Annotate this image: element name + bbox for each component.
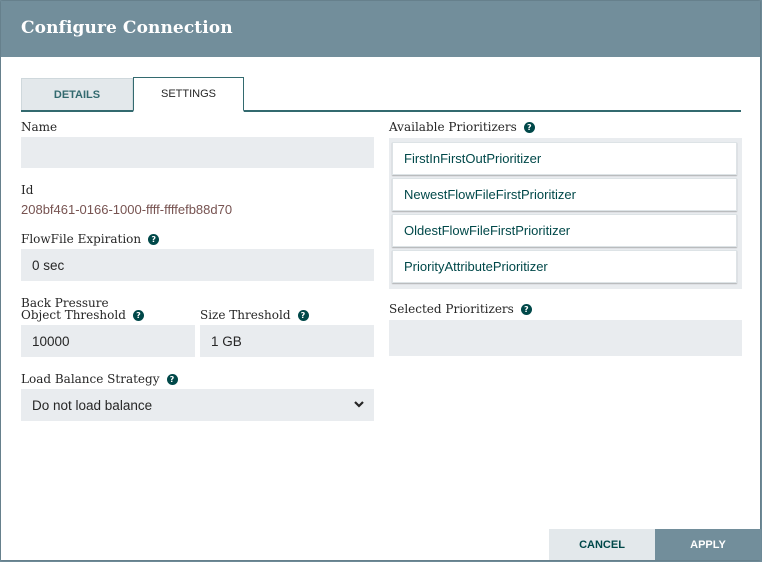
question-circle-icon[interactable]: ? [132, 310, 144, 321]
prioritizer-item[interactable]: NewestFlowFileFirstPrioritizer [392, 178, 737, 211]
tab-settings[interactable]: SETTINGS [133, 77, 244, 112]
selected-prioritizers-list[interactable] [389, 320, 742, 356]
selected-prioritizers-label-text: Selected Prioritizers [389, 302, 514, 316]
apply-button[interactable]: APPLY [655, 529, 761, 560]
size-threshold-label: Size Threshold? [200, 308, 309, 322]
available-prioritizers-list: FirstInFirstOutPrioritizer NewestFlowFil… [389, 138, 742, 289]
size-threshold-input[interactable]: 1 GB [200, 325, 374, 357]
question-circle-icon[interactable]: ? [520, 304, 532, 315]
object-threshold-label-text: Object Threshold [21, 308, 126, 322]
available-prioritizers-label-text: Available Prioritizers [389, 120, 517, 134]
dialog-header: Configure Connection [1, 1, 760, 57]
question-circle-icon[interactable]: ? [523, 122, 535, 133]
question-circle-icon[interactable]: ? [148, 234, 160, 245]
question-circle-icon[interactable]: ? [166, 374, 178, 385]
load-balance-strategy-label: Load Balance Strategy? [21, 372, 178, 386]
name-input[interactable] [21, 137, 374, 168]
size-threshold-label-text: Size Threshold [200, 308, 291, 322]
dialog-title: Configure Connection [21, 18, 233, 38]
object-threshold-input[interactable]: 10000 [21, 325, 195, 357]
object-threshold-label: Object Threshold? [21, 308, 144, 322]
cancel-button[interactable]: CANCEL [549, 529, 655, 560]
load-balance-strategy-value: Do not load balance [32, 397, 153, 413]
question-circle-icon[interactable]: ? [297, 310, 309, 321]
tab-bar: DETAILS SETTINGS [21, 77, 741, 112]
flowfile-expiration-label-text: FlowFile Expiration [21, 232, 142, 246]
id-label: Id [21, 183, 34, 197]
prioritizer-item[interactable]: OldestFlowFileFirstPrioritizer [392, 214, 737, 247]
load-balance-strategy-select[interactable]: Do not load balance [21, 389, 374, 421]
name-label: Name [21, 120, 58, 134]
available-prioritizers-label: Available Prioritizers? [389, 120, 535, 134]
flowfile-expiration-label: FlowFile Expiration? [21, 232, 160, 246]
selected-prioritizers-label: Selected Prioritizers? [389, 302, 532, 316]
prioritizer-item[interactable]: PriorityAttributePrioritizer [392, 250, 737, 283]
load-balance-strategy-label-text: Load Balance Strategy [21, 372, 160, 386]
id-value: 208bf461-0166-1000-ffff-ffffefb88d70 [21, 202, 233, 217]
chevron-down-icon[interactable] [354, 399, 364, 409]
configure-connection-dialog: Configure Connection DETAILS SETTINGS Na… [1, 1, 761, 560]
flowfile-expiration-input[interactable]: 0 sec [21, 249, 374, 281]
prioritizer-item[interactable]: FirstInFirstOutPrioritizer [392, 142, 737, 175]
tab-details[interactable]: DETAILS [21, 78, 133, 110]
